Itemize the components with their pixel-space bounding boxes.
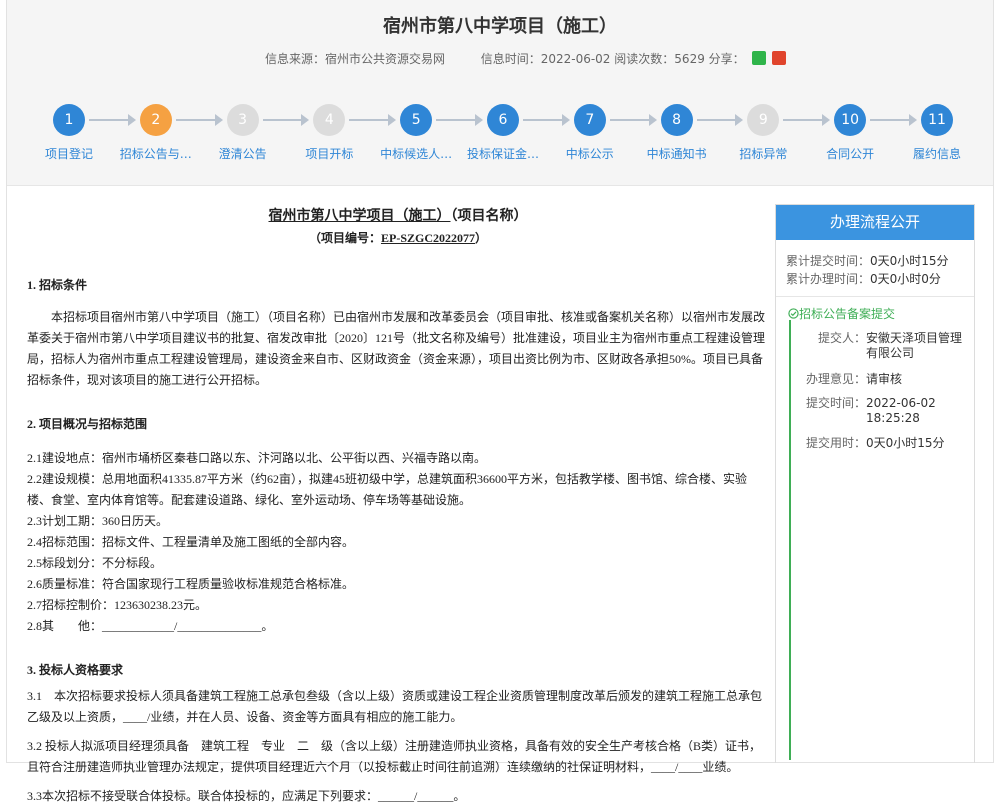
list-item: 3.3本次招标不接受联合体投标。联合体投标的，应满足下列要求：______/__… [27,789,466,803]
step-4-circle[interactable]: 4 [313,104,346,136]
source-label: 信息来源： [265,52,326,66]
doc-project-name: 宿州市第八中学项目（施工） [268,209,451,224]
duration-row: 提交用时：0天0小时15分 [806,436,945,451]
wechat-share-icon[interactable] [751,51,766,65]
section-1-text: 本招标项目宿州市第八中学项目（施工）（项目名称）已由宿州市发展和改革委员会（项目… [27,310,766,387]
step-6-circle[interactable]: 6 [487,104,519,136]
info-meta: 信息来源：宿州市公共资源交易网 信息时间：2022-06-02 阅读次数：562… [265,50,787,67]
submitter-label: 提交人： [817,331,866,345]
page-title: 宿州市第八中学项目（施工） [383,16,617,37]
submitter-row: 提交人：安徽天泽项目管理有限公司 [806,331,962,361]
list-item: 2.1建设地点：宿州市埇桥区秦巷口路以东、汴河路以北、公平街以西、兴福寺路以南。 [27,451,487,465]
step-6-label[interactable]: 投标保证金… [463,145,543,162]
step-5-circle[interactable]: 5 [400,104,433,136]
handle-time-value: 0天0小时0分 [870,272,941,286]
step-1-label[interactable]: 项目登记 [29,145,109,162]
list-item: 2.4招标范围：招标文件、工程量清单及施工图纸的全部内容。 [27,535,355,549]
step-arrow [436,114,483,126]
doc-number-label: （项目编号： [308,231,381,245]
weibo-share-icon[interactable] [772,51,787,65]
section-2-list: 2.1建设地点：宿州市埇桥区秦巷口路以东、汴河路以北、公平街以西、兴福寺路以南。… [27,448,769,637]
step-11-label[interactable]: 履约信息 [897,145,977,162]
doc-title-suffix: （项目名称） [450,209,528,224]
timeline-line [789,320,791,760]
list-item: 2.8其 他：____________/______________。 [27,619,274,633]
section-1-title: 1. 招标条件 [27,278,88,292]
step-8-label[interactable]: 中标通知书 [637,145,717,162]
step-7-label[interactable]: 中标公示 [550,145,630,162]
step-7-circle[interactable]: 7 [573,104,606,136]
step-9-label[interactable]: 招标异常 [723,145,803,162]
step-8-circle[interactable]: 8 [660,104,693,136]
submit-time-row: 提交时间：2022-06-02 18:25:28 [806,396,946,426]
step-11-circle[interactable]: 11 [921,104,953,136]
step-arrow [523,114,570,126]
record-time-value: 2022-06-02 18:25:28 [866,396,936,425]
list-item: 3.2 投标人拟派项目经理须具备 建筑工程 专业 二 级（含以上级）注册建造师执… [27,739,762,774]
process-stats: 累计提交时间：0天0小时15分 累计办理时间：0天0小时0分 [776,240,974,297]
step-arrow [89,114,136,126]
step-5-label[interactable]: 中标候选人… [376,145,456,162]
doc-number-value: EP-SZGC2022077 [380,231,475,245]
step-3-label[interactable]: 澄清公告 [203,145,283,162]
step-3-circle[interactable]: 3 [226,104,259,136]
step-9-circle[interactable]: 9 [747,104,780,136]
record-title-text: 招标公告备案提交 [799,307,896,321]
handle-time-label: 累计办理时间： [786,272,871,286]
time-label: 信息时间： [480,52,541,66]
share-label: 分享： [708,52,745,66]
submit-time-label: 累计提交时间： [786,254,871,268]
list-item: 2.7招标控制价：123630238.23元。 [27,598,208,612]
duration-label: 提交用时： [806,436,867,450]
list-item: 2.3计划工期：360日历天。 [27,514,169,528]
doc-title: 宿州市第八中学项目（施工）（项目名称） [27,205,769,225]
step-10-circle[interactable]: 10 [834,104,867,136]
process-panel: 办理流程公开 累计提交时间：0天0小时15分 累计办理时间：0天0小时0分 招标… [775,204,975,763]
list-item: 2.5标段划分：不分标段。 [27,556,163,570]
duration-value: 0天0小时15分 [866,436,945,450]
step-1-circle[interactable]: 1 [53,104,85,136]
page-header: 宿州市第八中学项目（施工） 信息来源：宿州市公共资源交易网 信息时间：2022-… [7,0,993,186]
process-steps: 1 项目登记 2 招标公告与… 3 澄清公告 4 项目开标 5 中标候选人… 6 投标保证金… 7 中标公… [7,100,993,162]
step-arrow [349,114,396,126]
list-item: 3.1 本次招标要求投标人须具备建筑工程施工总承包叁级（含以上级）资质或建设工程… [27,689,763,724]
opinion-label: 办理意见： [806,372,867,386]
doc-number-suffix: ） [475,231,488,245]
page-frame: 宿州市第八中学项目（施工） 信息来源：宿州市公共资源交易网 信息时间：2022-… [6,0,994,803]
source-value: 宿州市公共资源交易网 [325,52,446,66]
step-arrow [262,114,310,126]
section-3-list: 3.1 本次招标要求投标人须具备建筑工程施工总承包叁级（含以上级）资质或建设工程… [27,686,769,807]
step-arrow [783,114,830,126]
step-2-circle[interactable]: 2 [139,104,172,136]
record-time-label: 提交时间： [806,396,867,410]
check-circle-icon [788,308,799,319]
list-item: 2.6质量标准：符合国家现行工程质量验收标准规范合格标准。 [27,577,355,591]
opinion-row: 办理意见：请审核 [806,372,902,387]
submit-time-value: 0天0小时15分 [870,254,949,268]
step-arrow [696,114,744,126]
step-arrow [175,114,223,126]
announcement-content: 宿州市第八中学项目（施工）（项目名称） （项目编号：EP-SZGC2022077… [27,205,769,807]
doc-number: （项目编号：EP-SZGC2022077） [27,229,769,246]
step-2-label[interactable]: 招标公告与… [116,145,196,162]
views-label: 阅读次数： [614,52,675,66]
submitter-value: 安徽天泽项目管理有限公司 [866,331,963,360]
step-arrow [609,114,657,126]
section-3-title: 3. 投标人资格要求 [27,663,124,677]
process-panel-title: 办理流程公开 [776,205,974,240]
record-title: 招标公告备案提交 [788,305,895,322]
opinion-value: 请审核 [866,372,903,386]
step-arrow [870,114,917,126]
step-4-label[interactable]: 项目开标 [289,145,369,162]
section-2-title: 2. 项目概况与招标范围 [27,417,148,431]
list-item: 2.2建设规模：总用地面积41335.87平方米（约62亩），拟建45班初级中学… [27,472,748,507]
step-10-label[interactable]: 合同公开 [810,145,890,162]
time-value: 2022-06-02 [540,52,611,66]
views-value: 5629 [674,52,705,66]
